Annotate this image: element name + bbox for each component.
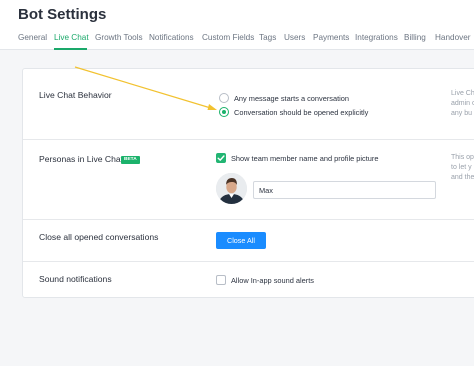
page-title: Bot Settings — [18, 6, 107, 23]
radio-any-message-label[interactable]: Any message starts a conversation — [234, 94, 349, 103]
tab-users[interactable]: Users — [284, 33, 305, 42]
row-divider — [23, 261, 474, 262]
radio-opened-explicitly-label[interactable]: Conversation should be opened explicitly — [234, 108, 368, 117]
sound-notifications-label: Sound notifications — [39, 274, 112, 284]
sound-alerts-label[interactable]: Allow In-app sound alerts — [231, 276, 314, 285]
checkmark-icon — [217, 155, 225, 161]
tab-growth-tools[interactable]: Growth Tools — [95, 33, 143, 42]
tab-notifications[interactable]: Notifications — [149, 33, 194, 42]
tab-handover[interactable]: Handover — [435, 33, 471, 42]
radio-any-message[interactable] — [219, 93, 229, 103]
sound-alerts-checkbox[interactable] — [216, 275, 226, 285]
active-tab-indicator — [54, 48, 87, 50]
radio-opened-explicitly[interactable] — [219, 107, 229, 117]
tab-integrations[interactable]: Integrations — [355, 33, 398, 42]
row-divider — [23, 139, 474, 140]
close-all-button[interactable]: Close All — [216, 232, 266, 249]
beta-badge: BETA — [121, 156, 140, 164]
personas-help: This op to let y and the — [451, 154, 474, 181]
profile-picture-icon — [216, 173, 247, 204]
show-persona-label[interactable]: Show team member name and profile pictur… — [231, 154, 378, 163]
tab-custom-fields[interactable]: Custom Fields — [202, 33, 254, 42]
avatar[interactable] — [216, 173, 247, 204]
tab-tags[interactable]: Tags — [259, 33, 276, 42]
tab-billing[interactable]: Billing — [404, 33, 426, 42]
tab-general[interactable]: General — [18, 33, 47, 42]
tab-payments[interactable]: Payments — [313, 33, 349, 42]
close-conversations-label: Close all opened conversations — [39, 232, 159, 242]
live-chat-behavior-label: Live Chat Behavior — [39, 90, 112, 100]
row-divider — [23, 219, 474, 220]
live-chat-settings-card: Live Chat Behavior Any message starts a … — [22, 68, 474, 298]
page-header: Bot Settings General Live Chat Growth To… — [0, 0, 474, 50]
personas-label: Personas in Live Chat — [39, 154, 124, 164]
live-chat-behavior-help: Live Ch admin c any bu — [451, 90, 474, 117]
persona-name-input[interactable] — [253, 181, 436, 199]
tab-live-chat[interactable]: Live Chat — [54, 33, 89, 42]
show-persona-checkbox[interactable] — [216, 153, 226, 163]
